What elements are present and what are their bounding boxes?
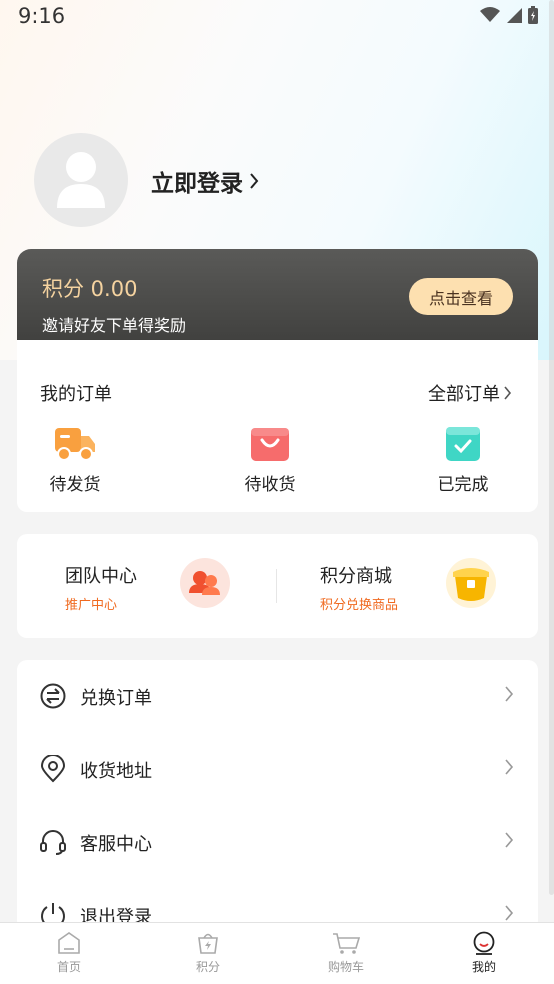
points-bag-icon [198,933,218,954]
team-center-entry[interactable]: 团队中心 推广中心 [17,534,276,638]
menu-label: 兑换订单 [80,688,152,709]
treasure-pot-icon [446,558,496,608]
invite-text: 邀请好友下单得奖励 [42,316,187,335]
chevron-right-icon [250,173,259,189]
login-label: 立即登录 [151,171,243,197]
tab-home[interactable]: 首页 [29,931,109,975]
order-item-label: 已完成 [437,475,489,495]
user-avatar-icon [57,152,105,208]
all-orders-link[interactable]: 全部订单 [428,380,512,406]
tab-label: 我的 [471,960,496,974]
battery-icon [528,6,538,24]
orders-title: 我的订单 [40,384,112,405]
chevron-right-icon [505,759,514,775]
tab-mine[interactable]: 我的 [444,931,524,975]
menu-card: 兑换订单 收货地址 客服中心 退出登录 [17,660,538,930]
tab-label: 积分 [195,960,220,974]
points-value: 积分 0.00 [42,277,138,301]
truck-icon [55,428,95,461]
wifi-icon [480,7,500,22]
home-icon [58,932,80,954]
promo-subtitle: 推广中心 [65,598,118,613]
profile-face-icon [473,931,495,955]
chevron-right-icon [505,686,514,702]
team-icon [180,558,230,608]
exchange-icon [40,683,66,709]
menu-label: 客服中心 [80,834,152,855]
chevron-right-icon [504,386,512,400]
menu-customer-service[interactable]: 客服中心 [17,806,538,879]
chevron-right-icon [505,832,514,848]
location-pin-icon [40,755,66,783]
promo-title: 团队中心 [65,566,137,587]
scrollbar[interactable] [549,0,554,895]
points-mall-entry[interactable]: 积分商城 积分兑换商品 [277,534,538,638]
user-avatar[interactable] [34,133,128,227]
promo-subtitle: 积分兑换商品 [320,598,399,613]
tab-label: 购物车 [327,960,364,974]
bottom-tab-bar: 首页 积分 购物车 我的 [0,922,554,984]
tab-label: 首页 [56,960,81,974]
promo-card: 团队中心 推广中心 积分商城 积分兑换商品 [17,534,538,638]
menu-exchange-orders[interactable]: 兑换订单 [17,660,538,733]
headset-icon [40,830,66,855]
order-pending-shipment[interactable]: 待发货 [25,426,125,495]
promo-title: 积分商城 [320,566,392,587]
tab-points[interactable]: 积分 [168,931,248,975]
order-completed[interactable]: 已完成 [413,426,513,495]
menu-shipping-address[interactable]: 收货地址 [17,733,538,806]
shopping-bag-icon [251,428,289,461]
chevron-right-icon [505,905,514,921]
cart-icon [333,933,360,954]
status-time: 9:16 [18,4,66,28]
login-link[interactable]: 立即登录 [151,164,259,198]
order-item-label: 待发货 [49,475,101,495]
tab-cart[interactable]: 购物车 [306,931,386,975]
all-orders-label: 全部订单 [428,384,500,405]
check-box-icon [446,427,480,461]
orders-card: 我的订单 全部订单 待发货 待收货 已完成 [17,340,538,512]
menu-label: 收货地址 [80,761,152,782]
status-bar: 9:16 [0,0,554,36]
view-points-button[interactable]: 点击查看 [409,278,513,315]
signal-icon [507,8,522,23]
order-pending-receipt[interactable]: 待收货 [220,426,320,495]
order-item-label: 待收货 [244,475,296,495]
